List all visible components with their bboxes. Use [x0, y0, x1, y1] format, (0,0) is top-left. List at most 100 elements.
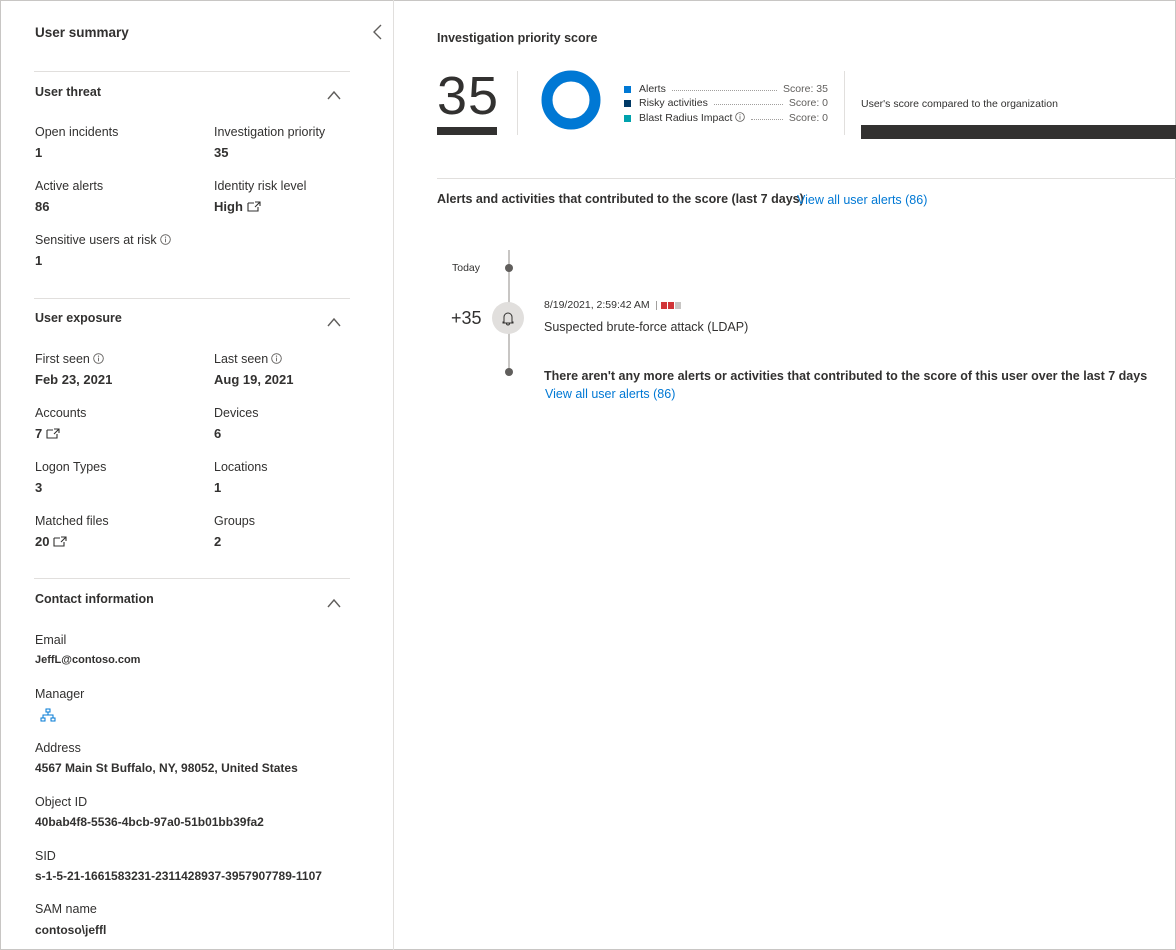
sid-value: s-1-5-21-1661583231-2311428937-395790778…: [35, 869, 322, 883]
divider: [437, 178, 1176, 179]
sensitive-users-value: 1: [35, 253, 43, 268]
severity-block: [661, 301, 667, 309]
alert-name-link[interactable]: Suspected brute-force attack (LDAP): [544, 320, 748, 334]
address-label: Address: [35, 741, 81, 755]
last-seen-label-text: Last seen: [214, 352, 269, 366]
object-id-label: Object ID: [35, 795, 88, 809]
alert-timestamp: 8/19/2021, 2:59:42 AM: [544, 299, 650, 311]
collapse-user-exposure-button[interactable]: [326, 315, 342, 327]
matched-files-value: 20: [35, 534, 50, 549]
legend-swatch: [624, 100, 631, 107]
legend-name-text: Alerts: [639, 83, 666, 95]
info-icon[interactable]: [159, 234, 171, 245]
active-alerts-value: 86: [35, 199, 50, 214]
first-seen-value: Feb 23, 2021: [35, 372, 113, 387]
legend-score: Score: 35: [783, 83, 828, 95]
object-id-value: 40bab4f8-5536-4bcb-97a0-51b01bb39fa2: [35, 815, 264, 829]
open-incidents-label: Open incidents: [35, 125, 119, 139]
legend-name-text: Blast Radius Impact: [639, 112, 733, 124]
info-icon[interactable]: [735, 112, 746, 122]
legend-row: Alerts Score: 35: [624, 83, 828, 97]
investigation-score-panel: Investigation priority score 35 Alerts Sc…: [394, 0, 1176, 950]
legend-swatch: [624, 115, 631, 122]
locations-value: 1: [214, 480, 222, 495]
legend-leader: [714, 104, 783, 105]
first-seen-label: First seen: [35, 352, 104, 366]
chevron-up-icon: [327, 317, 341, 327]
groups-label: Groups: [214, 514, 255, 528]
divider: [34, 298, 350, 299]
donut-segment: [541, 70, 601, 130]
investigation-priority-value: 35: [214, 145, 229, 160]
manager-label: Manager: [35, 687, 85, 701]
divider: [844, 71, 845, 135]
legend-name: Alerts: [639, 83, 666, 95]
view-all-alerts-link-bottom[interactable]: View all user alerts (86): [545, 387, 675, 401]
info-icon[interactable]: [93, 353, 104, 364]
sensitive-users-label: Sensitive users at risk: [35, 233, 171, 247]
legend-row: Risky activities Score: 0: [624, 97, 828, 111]
chevron-left-icon: [373, 24, 382, 40]
first-seen-label-text: First seen: [35, 352, 90, 366]
sam-name-value: contoso\jeffl: [35, 923, 107, 937]
email-label: Email: [35, 633, 67, 647]
legend-name: Risky activities: [639, 97, 708, 109]
open-external-icon: [53, 536, 68, 547]
org-comparison-label: User's score compared to the organizatio…: [861, 98, 1058, 110]
view-all-alerts-link[interactable]: View all user alerts (86): [797, 193, 927, 207]
priority-score-value: 35: [437, 66, 500, 126]
legend-leader: [751, 119, 783, 120]
accounts-label: Accounts: [35, 406, 87, 420]
alert-icon-badge: [492, 302, 524, 334]
divider: [34, 578, 350, 579]
accounts-link[interactable]: 7: [35, 426, 60, 441]
manager-org-chart-button[interactable]: [40, 708, 56, 725]
score-delta: +35: [451, 308, 482, 328]
chevron-up-icon: [327, 90, 341, 100]
section-title-user-threat: User threat: [35, 85, 101, 99]
chevron-up-icon: [327, 598, 341, 608]
severity-block: [675, 301, 681, 309]
section-title-contact-information: Contact information: [35, 592, 154, 606]
legend-swatch: [624, 86, 631, 93]
legend-score: Score: 0: [788, 112, 828, 124]
score-underline: [437, 127, 497, 135]
timeline-dot: [505, 264, 513, 272]
logon-types-label: Logon Types: [35, 460, 107, 474]
collapse-contact-information-button[interactable]: [326, 596, 342, 608]
logon-types-value: 3: [35, 480, 43, 495]
sensitive-users-label-text: Sensitive users at risk: [35, 233, 157, 247]
severity-indicator: [656, 300, 681, 310]
bell-icon: [502, 312, 514, 326]
email-value: JeffL@contoso.com: [35, 654, 141, 666]
legend-name: Blast Radius Impact: [639, 112, 746, 124]
legend-leader: [672, 90, 777, 91]
user-summary-panel: User summary User threat Open incidents …: [0, 0, 394, 950]
groups-value: 2: [214, 534, 222, 549]
accounts-value: 7: [35, 426, 43, 441]
open-external-icon: [46, 428, 60, 439]
collapse-user-threat-button[interactable]: [326, 88, 342, 100]
divider: [34, 71, 350, 72]
open-incidents-value: 1: [35, 145, 43, 160]
org-chart-icon: [40, 708, 56, 722]
score-section-title: Investigation priority score: [437, 31, 598, 45]
severity-block: [668, 301, 674, 309]
legend-row: Blast Radius Impact Score: 0: [624, 112, 828, 126]
score-donut-chart: [541, 70, 601, 130]
matched-files-label: Matched files: [35, 514, 109, 528]
info-icon[interactable]: [271, 353, 282, 364]
section-title-user-exposure: User exposure: [35, 311, 122, 325]
devices-label: Devices: [214, 406, 259, 420]
last-seen-label: Last seen: [214, 352, 282, 366]
org-comparison-bar: [861, 125, 1176, 139]
matched-files-link[interactable]: 20: [35, 534, 68, 549]
locations-label: Locations: [214, 460, 268, 474]
open-external-icon: [247, 201, 261, 212]
severity-separator: [656, 300, 657, 310]
identity-risk-level-link[interactable]: High: [214, 199, 261, 214]
collapse-panel-button[interactable]: [370, 22, 386, 42]
active-alerts-label: Active alerts: [35, 179, 104, 193]
panel-title: User summary: [35, 25, 129, 40]
legend-name-text: Risky activities: [639, 97, 708, 109]
